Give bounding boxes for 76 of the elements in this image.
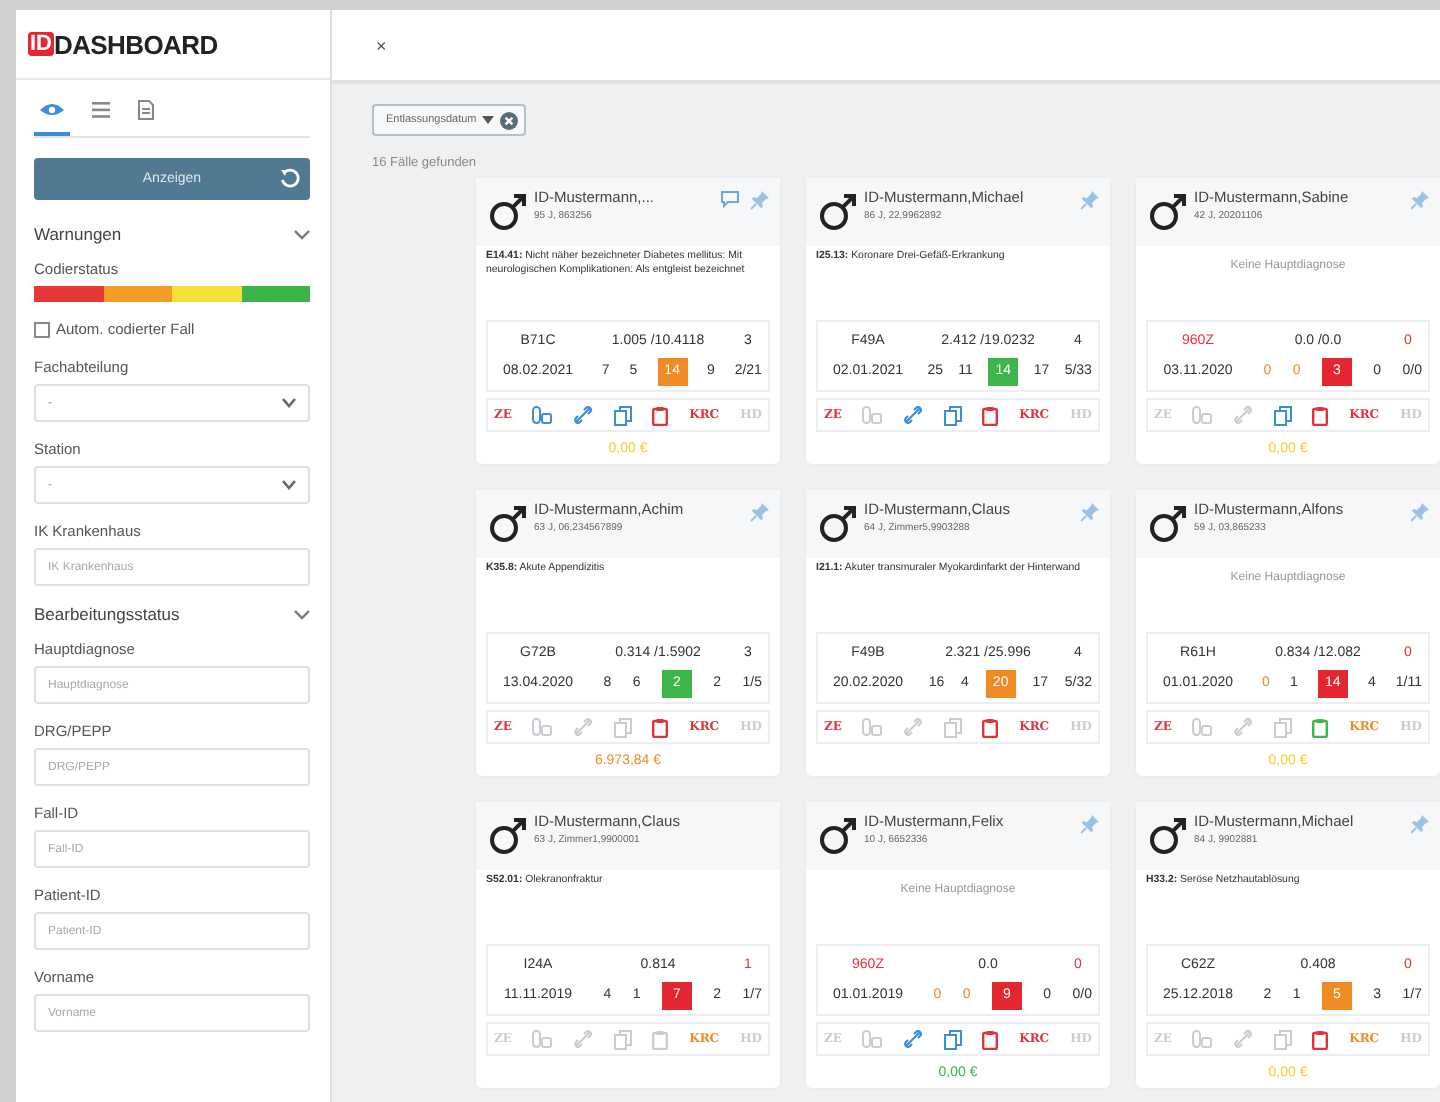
document-icon bbox=[138, 100, 154, 120]
pills-icon[interactable] bbox=[532, 1030, 553, 1048]
clipboard-icon[interactable] bbox=[982, 405, 999, 425]
male-symbol-icon bbox=[488, 192, 528, 232]
male-symbol-icon bbox=[488, 816, 528, 856]
link-icon[interactable] bbox=[1234, 1030, 1253, 1048]
copy-icon[interactable] bbox=[1273, 1029, 1292, 1049]
copy-icon[interactable] bbox=[943, 405, 962, 425]
clipboard-icon[interactable] bbox=[1312, 717, 1329, 737]
pills-icon[interactable] bbox=[532, 406, 553, 424]
male-symbol-icon bbox=[818, 504, 858, 544]
clipboard-icon[interactable] bbox=[982, 717, 999, 737]
link-icon[interactable] bbox=[904, 406, 923, 424]
copy-icon[interactable] bbox=[1273, 717, 1292, 737]
pills-icon[interactable] bbox=[862, 1030, 883, 1048]
comment-icon[interactable] bbox=[720, 190, 740, 208]
copy-icon[interactable] bbox=[943, 717, 962, 737]
male-symbol-icon bbox=[818, 816, 858, 856]
status-segment[interactable] bbox=[241, 286, 310, 302]
chevron-down-icon bbox=[294, 229, 310, 239]
status-segment[interactable] bbox=[172, 286, 241, 302]
link-icon[interactable] bbox=[904, 1030, 923, 1048]
link-icon[interactable] bbox=[574, 406, 593, 424]
close-button[interactable]: × bbox=[376, 35, 387, 55]
status-segment[interactable] bbox=[34, 286, 103, 302]
pin-icon[interactable] bbox=[750, 190, 770, 210]
case-card[interactable] bbox=[476, 178, 780, 464]
pin-icon[interactable] bbox=[1080, 190, 1100, 210]
clipboard-icon[interactable] bbox=[1312, 1029, 1329, 1049]
link-icon[interactable] bbox=[1234, 718, 1253, 736]
list-icon bbox=[92, 102, 110, 118]
pin-icon[interactable] bbox=[750, 502, 770, 522]
pills-icon[interactable] bbox=[1192, 1030, 1213, 1048]
copy-icon[interactable] bbox=[613, 1029, 632, 1049]
pin-icon[interactable] bbox=[1080, 814, 1100, 834]
pin-icon[interactable] bbox=[1410, 814, 1430, 834]
caret-icon bbox=[282, 398, 296, 408]
reset-icon bbox=[280, 168, 300, 188]
pills-icon[interactable] bbox=[532, 718, 553, 736]
pills-icon[interactable] bbox=[1192, 718, 1213, 736]
clear-icon bbox=[500, 111, 519, 129]
chevron-down-icon bbox=[294, 609, 310, 619]
clipboard-icon[interactable] bbox=[1312, 405, 1329, 425]
logo-mark: ID bbox=[28, 32, 54, 56]
copy-icon[interactable] bbox=[613, 717, 632, 737]
clipboard-icon[interactable] bbox=[652, 717, 669, 737]
pills-icon[interactable] bbox=[1192, 406, 1213, 424]
copy-icon[interactable] bbox=[613, 405, 632, 425]
copy-icon[interactable] bbox=[943, 1029, 962, 1049]
link-icon[interactable] bbox=[574, 1030, 593, 1048]
male-symbol-icon bbox=[1148, 192, 1188, 232]
app-title: DASHBOARD bbox=[54, 29, 218, 59]
male-symbol-icon bbox=[1148, 504, 1188, 544]
link-icon[interactable] bbox=[1234, 406, 1253, 424]
link-icon[interactable] bbox=[574, 718, 593, 736]
pin-icon[interactable] bbox=[1080, 502, 1100, 522]
pin-icon[interactable] bbox=[1410, 190, 1430, 210]
male-symbol-icon bbox=[488, 504, 528, 544]
pills-icon[interactable] bbox=[862, 406, 883, 424]
checkbox[interactable] bbox=[34, 321, 50, 337]
clipboard-icon[interactable] bbox=[982, 1029, 999, 1049]
status-segment[interactable] bbox=[103, 286, 172, 302]
section-header[interactable]: Bearbeitungsstatus bbox=[34, 604, 310, 624]
caret-icon bbox=[482, 116, 495, 124]
link-icon[interactable] bbox=[904, 718, 923, 736]
pills-icon[interactable] bbox=[862, 718, 883, 736]
sidebar-tab[interactable] bbox=[34, 100, 70, 136]
eye-icon bbox=[40, 102, 64, 118]
caret-icon bbox=[282, 480, 296, 490]
section-header[interactable]: Warnungen bbox=[34, 224, 310, 244]
male-symbol-icon bbox=[818, 192, 858, 232]
copy-icon[interactable] bbox=[1273, 405, 1292, 425]
clipboard-icon[interactable] bbox=[652, 1029, 669, 1049]
male-symbol-icon bbox=[1148, 816, 1188, 856]
clipboard-icon[interactable] bbox=[652, 405, 669, 425]
pin-icon[interactable] bbox=[1410, 502, 1430, 522]
